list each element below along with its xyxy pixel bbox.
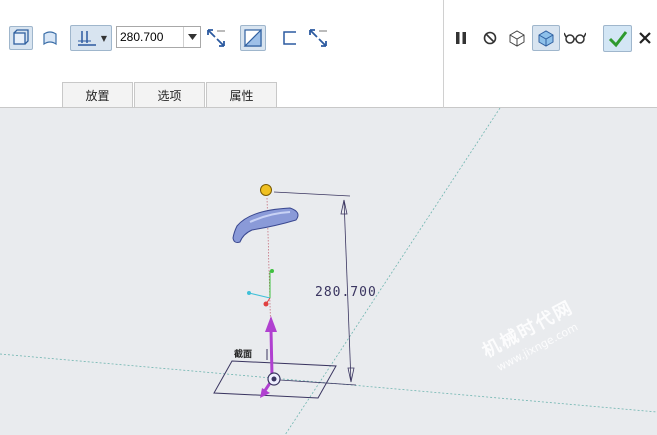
solid-extrude-button[interactable] xyxy=(9,26,33,50)
tab-label: 放置 xyxy=(85,88,110,103)
confirm-button[interactable] xyxy=(603,25,632,52)
glasses-icon xyxy=(564,32,586,44)
flip-thicken-button[interactable] xyxy=(306,26,330,50)
flip-arrows-icon xyxy=(309,29,327,47)
solid-icon xyxy=(13,29,29,45)
remove-material-button[interactable] xyxy=(240,25,266,51)
dimension-leader-bottom xyxy=(279,379,357,386)
thicken-icon xyxy=(283,31,296,45)
csys-point xyxy=(263,301,269,307)
graphics-viewport[interactable]: 280.700 截面 机械时代网 www.jixnge.com xyxy=(0,108,657,435)
drag-origin-dot xyxy=(271,376,277,382)
section-plane-label: 截面 xyxy=(234,350,253,360)
direction-arrow-shaft xyxy=(269,329,274,377)
extruded-part xyxy=(232,207,299,243)
depth-option-button[interactable]: ▼ xyxy=(70,25,112,51)
glasses-preview-button[interactable] xyxy=(563,27,587,49)
preview-solid-icon xyxy=(538,30,554,47)
surface-icon xyxy=(43,31,57,46)
depth-dimension-label[interactable]: 280.700 xyxy=(315,285,377,300)
flip-arrows-icon xyxy=(207,29,225,47)
csys-point xyxy=(270,269,274,273)
model-scene xyxy=(0,108,657,435)
wireframe-icon xyxy=(509,30,525,47)
tab-label: 属性 xyxy=(229,88,254,103)
thicken-sketch-button[interactable] xyxy=(278,26,302,50)
separate-preview-button[interactable] xyxy=(505,27,529,49)
chevron-down-icon: ▼ xyxy=(100,33,108,43)
surface-extrude-button[interactable] xyxy=(38,26,62,50)
remove-material-icon xyxy=(243,28,262,47)
tab-placement[interactable]: 放置 xyxy=(62,82,133,107)
dimension-leader-top xyxy=(273,191,351,197)
datum-axis xyxy=(284,108,501,435)
verify-preview-button[interactable] xyxy=(532,25,560,51)
tab-properties[interactable]: 属性 xyxy=(206,82,277,107)
tab-options[interactable]: 选项 xyxy=(134,82,205,107)
toolbar-divider xyxy=(443,0,444,108)
dashboard-tabs: 放置 选项 属性 xyxy=(62,82,278,108)
pause-button[interactable] xyxy=(450,27,472,49)
no-preview-button[interactable] xyxy=(479,27,501,49)
depth-drag-handle[interactable] xyxy=(260,184,272,196)
csys-point xyxy=(247,291,251,295)
cancel-button[interactable] xyxy=(636,28,654,48)
depth-value-input[interactable] xyxy=(117,27,185,47)
chevron-down-icon[interactable] xyxy=(183,27,200,47)
no-preview-icon xyxy=(483,31,497,45)
extrude-dashboard: ▼ 放置 选项 属性 xyxy=(0,0,657,108)
pause-icon xyxy=(456,32,466,44)
close-icon xyxy=(639,32,651,44)
flip-direction-button[interactable] xyxy=(204,26,228,50)
blind-depth-icon xyxy=(77,31,96,46)
csys-axis-x xyxy=(248,292,271,299)
checkmark-icon xyxy=(608,30,627,47)
direction-arrow-head xyxy=(265,316,277,332)
tab-label: 选项 xyxy=(157,88,182,103)
depth-value-combo[interactable] xyxy=(116,26,201,48)
